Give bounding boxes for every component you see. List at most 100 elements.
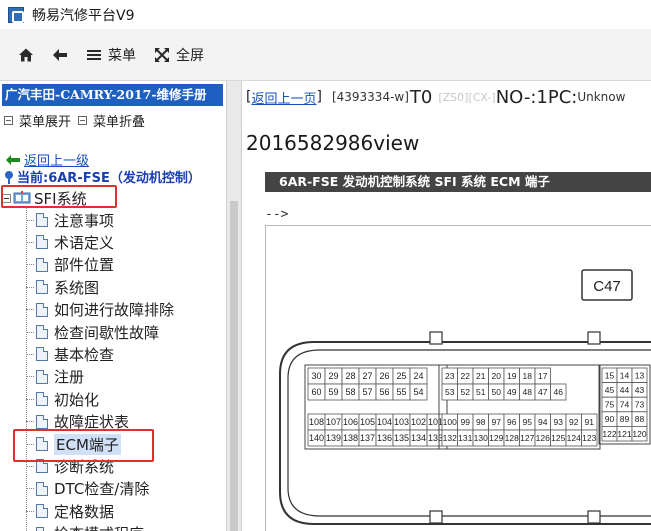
connector-latch (429, 510, 443, 524)
pin-number: 122 (602, 429, 616, 439)
pin-number: 46 (554, 387, 564, 397)
tree-item-label: 术语定义 (54, 233, 115, 252)
expand-menu-label: 菜单展开 (19, 115, 72, 130)
pin-number: 135 (394, 433, 409, 443)
pin-number: 22 (461, 371, 471, 381)
tree-connector (26, 219, 34, 221)
pin-number: 55 (396, 387, 406, 397)
doc-no-pc: NO-:1PC: (495, 86, 578, 108)
pin-number: 104 (377, 417, 392, 427)
connector-latch (587, 510, 601, 524)
tree-item-label: 定格数据 (54, 502, 115, 521)
pin-number: 25 (396, 371, 406, 381)
pin-number: 140 (309, 433, 324, 443)
pin-number: 105 (360, 417, 375, 427)
current-location: 当前:6AR-FSE（发动机控制） (4, 167, 201, 186)
pin-number: 137 (360, 433, 375, 443)
fullscreen-button[interactable]: 全屏 (154, 40, 204, 70)
pin-number: 59 (328, 387, 338, 397)
tree-item[interactable]: DTC检查/清除 (26, 478, 149, 500)
pin-number: 102 (411, 417, 426, 427)
pin-number: 58 (345, 387, 355, 397)
tree-item-label: 检查间歇性故障 (54, 323, 160, 342)
pin-number: 54 (413, 387, 423, 397)
pin-number: 130 (474, 433, 488, 443)
pin-number: 21 (476, 371, 486, 381)
pin-number: 48 (523, 387, 533, 397)
doc-code: [4393334-w] (331, 90, 409, 104)
document-icon (36, 257, 48, 272)
pin-number: 131 (458, 433, 472, 443)
pin-number: 50 (492, 387, 502, 397)
document-icon (36, 302, 48, 317)
pin-number: 136 (377, 433, 392, 443)
expand-menu-button[interactable]: 菜单展开 (4, 111, 71, 130)
tree-item-label: 注意事项 (54, 211, 115, 230)
pin-number: 125 (551, 433, 565, 443)
arrow-text: --> (265, 207, 289, 222)
tree-item[interactable]: 术语定义 (26, 231, 114, 253)
document-icon (36, 526, 48, 531)
pin-number: 132 (443, 433, 457, 443)
pin-number: 101 (428, 417, 443, 427)
tree-item[interactable]: 检查模式程序 (26, 523, 144, 531)
pin-number: 24 (413, 371, 423, 381)
menu-button[interactable]: 菜单 (86, 40, 136, 70)
document-icon (36, 392, 48, 407)
arrow-left-icon (53, 48, 67, 61)
tree-item[interactable]: 初始化 (26, 388, 99, 410)
pin-number: 88 (635, 414, 645, 424)
toolbar: 菜单 全屏 (0, 29, 651, 81)
tree-connector (26, 241, 34, 243)
pin-number: 129 (489, 433, 503, 443)
tree-item[interactable]: 系统图 (26, 276, 99, 298)
pin-number: 138 (343, 433, 358, 443)
pin-number: 44 (620, 385, 630, 395)
highlight-box-selected (13, 429, 154, 462)
pin-number: 13 (635, 370, 645, 380)
fullscreen-label: 全屏 (176, 47, 204, 64)
left-nav-panel: 广汽丰田-CAMRY-2017-维修手册 菜单展开 菜单折叠 返回上一级 当前:… (0, 81, 226, 531)
tree-item-label: 如何进行故障排除 (54, 301, 175, 320)
tree-item-label: 初始化 (54, 390, 100, 409)
tree-connector (26, 510, 34, 512)
pin-number: 73 (635, 400, 645, 410)
title-bar: 畅易汽修平台V9 (0, 0, 651, 29)
pin-number: 15 (605, 370, 615, 380)
back-page-link[interactable]: 返回上一页 (251, 88, 316, 107)
tree-item[interactable]: 部件位置 (26, 254, 114, 276)
collapse-menu-button[interactable]: 菜单折叠 (78, 111, 145, 130)
pin-number: 93 (554, 417, 564, 427)
connector-latch (587, 331, 601, 345)
pin-number: 45 (605, 385, 615, 395)
expand-icon (4, 116, 13, 125)
manual-title: 广汽丰田-CAMRY-2017-维修手册 (2, 84, 223, 106)
tree-item[interactable]: 检查间歇性故障 (26, 321, 159, 343)
tree-item[interactable]: 定格数据 (26, 500, 114, 522)
back-button[interactable] (52, 40, 68, 70)
doc-info-line: [ 返回上一页 ] [4393334-w] T0 [ZS0][CX-] NO-:… (246, 86, 626, 108)
tree-item-label: DTC检查/清除 (54, 480, 150, 499)
pin-number: 108 (309, 417, 324, 427)
tree-item-label: 注册 (54, 368, 85, 387)
pin-number: 28 (345, 371, 355, 381)
tree-connector (26, 264, 34, 266)
home-button[interactable] (18, 40, 34, 70)
pin-number: 92 (569, 417, 579, 427)
content-panel: [ 返回上一页 ] [4393334-w] T0 [ZS0][CX-] NO-:… (243, 81, 651, 531)
document-icon (36, 213, 48, 227)
tree-item[interactable]: 基本检查 (26, 343, 114, 365)
pin-number: 134 (411, 433, 426, 443)
tree-item[interactable]: 如何进行故障排除 (26, 299, 174, 321)
pin-number: 53 (445, 387, 455, 397)
document-icon (36, 481, 48, 496)
scrollbar-thumb[interactable] (230, 201, 238, 531)
panel-scrollbar[interactable] (226, 81, 242, 531)
pin-number: 26 (379, 371, 389, 381)
document-icon (36, 235, 48, 250)
tree-item[interactable]: 注意事项 (26, 209, 114, 231)
tree-item[interactable]: 注册 (26, 366, 84, 388)
app-icon (8, 6, 24, 23)
current-location-label: 当前:6AR-FSE（发动机控制） (17, 171, 201, 186)
pin-number: 120 (632, 429, 646, 439)
